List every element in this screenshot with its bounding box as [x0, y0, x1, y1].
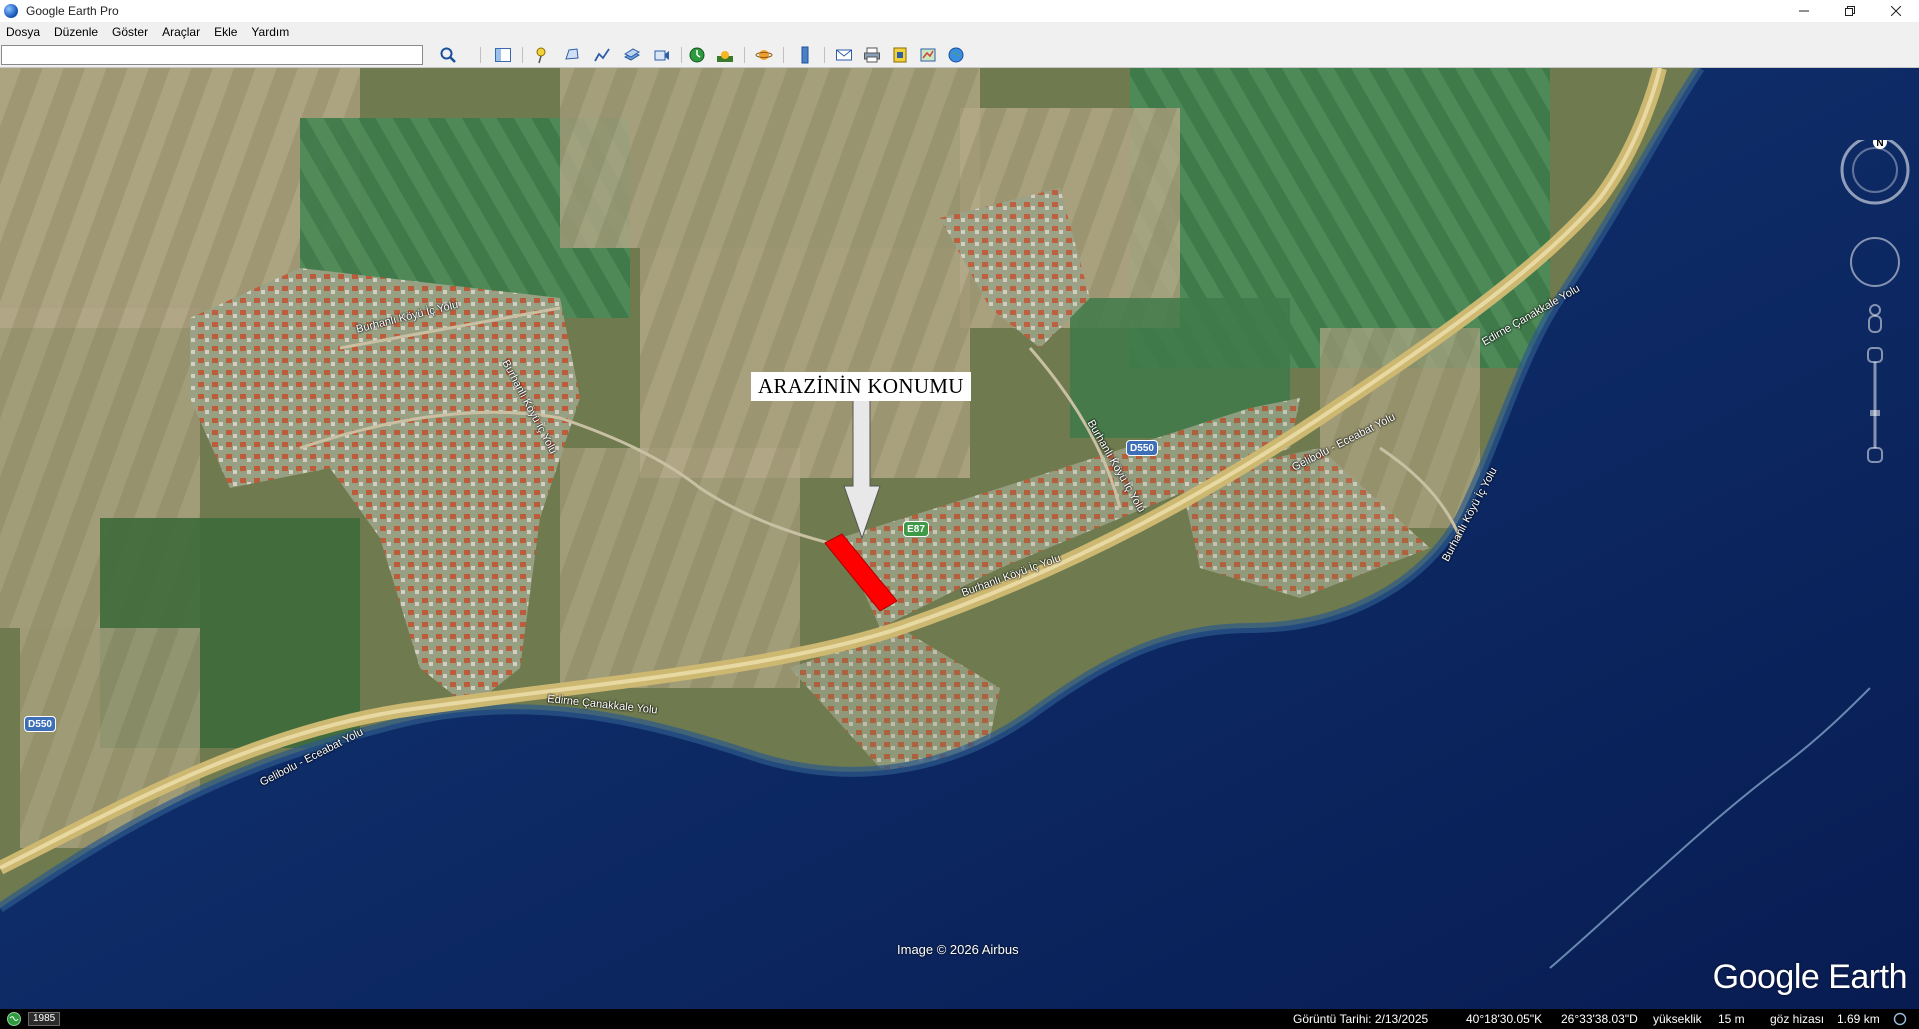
- toolbar-separator: [783, 47, 784, 63]
- print-button[interactable]: [860, 45, 884, 65]
- clock-icon: [689, 47, 705, 63]
- menu-duzenle[interactable]: Düzenle: [54, 25, 98, 39]
- planet-icon: [755, 50, 773, 60]
- menu-bar: Dosya Düzenle Göster Araçlar Ekle Yardım: [0, 22, 1919, 42]
- navigation-controls: N: [1832, 135, 1918, 470]
- map-viewport[interactable]: ARAZİNİN KONUMU Gelibolu - Eceabat Yolu …: [0, 68, 1919, 1009]
- look-joystick[interactable]: [1850, 237, 1900, 287]
- printer-icon: [864, 47, 880, 63]
- toolbar: [0, 42, 1919, 68]
- google-earth-icon: [4, 4, 18, 18]
- compass-ring[interactable]: N: [1840, 135, 1910, 205]
- route-shield-e87: E87: [903, 521, 929, 537]
- ruler-icon: [801, 46, 809, 64]
- save-image-button[interactable]: [888, 45, 912, 65]
- satellite-imagery: [0, 68, 1919, 1009]
- ruler-button[interactable]: [793, 45, 817, 65]
- google-earth-logo: Google Earth: [1712, 958, 1908, 996]
- add-path-button[interactable]: [590, 45, 614, 65]
- polygon-icon: [565, 48, 579, 60]
- compass-north-letter: N: [1876, 140, 1883, 149]
- save-image-icon: [893, 47, 907, 63]
- restore-button[interactable]: [1827, 0, 1873, 22]
- location-annotation: ARAZİNİN KONUMU: [751, 372, 971, 401]
- sun-icon: [717, 51, 733, 62]
- menu-araclar[interactable]: Araçlar: [162, 25, 200, 39]
- path-icon: [594, 48, 610, 62]
- toolbar-separator: [744, 47, 745, 63]
- eye-altitude-label: göz hizası: [1770, 1012, 1825, 1026]
- search-icon: [440, 47, 456, 63]
- status-bar: 1985 Görüntü Tarihi: 2/13/2025 40°18'30.…: [0, 1009, 1919, 1029]
- elevation-value: 15 m: [1718, 1012, 1745, 1026]
- map-icon: [920, 48, 936, 62]
- window-title: Google Earth Pro: [26, 4, 119, 18]
- toolbar-separator: [824, 47, 825, 63]
- streaming-progress-icon: [1893, 1012, 1907, 1026]
- pushpin-icon: [536, 47, 546, 64]
- search-input[interactable]: [1, 45, 423, 65]
- menu-goster[interactable]: Göster: [112, 25, 148, 39]
- toolbar-separator: [480, 47, 481, 63]
- planets-button[interactable]: [752, 45, 776, 65]
- toolbar-separator: [522, 47, 523, 63]
- menu-dosya[interactable]: Dosya: [6, 25, 40, 39]
- sidebar-icon: [495, 48, 511, 62]
- search-button[interactable]: [436, 45, 460, 65]
- toolbar-separator: [681, 47, 682, 63]
- imagery-copyright: Image © 2026 Airbus: [897, 942, 1019, 957]
- route-shield-d550: D550: [24, 716, 56, 732]
- view-in-maps-button[interactable]: [916, 45, 940, 65]
- window-controls: [1781, 0, 1919, 22]
- longitude: 26°33'38.03"D: [1561, 1012, 1638, 1026]
- imagery-date: Görüntü Tarihi: 2/13/2025: [1293, 1012, 1429, 1026]
- sunlight-button[interactable]: [713, 45, 737, 65]
- add-placemark-button[interactable]: [530, 45, 554, 65]
- status-left: 1985: [6, 1011, 61, 1027]
- zoom-slider[interactable]: [1867, 347, 1883, 463]
- email-button[interactable]: [832, 45, 856, 65]
- record-tour-button[interactable]: [650, 45, 674, 65]
- eye-altitude-value: 1.69 km: [1837, 1012, 1880, 1026]
- menu-ekle[interactable]: Ekle: [214, 25, 237, 39]
- street-view-pegman-icon[interactable]: [1868, 304, 1882, 333]
- minimize-button[interactable]: [1781, 0, 1827, 22]
- globe-icon: [948, 47, 964, 63]
- email-icon: [836, 49, 852, 61]
- close-icon: [1891, 6, 1901, 16]
- historical-imagery-button[interactable]: [685, 45, 709, 65]
- latitude: 40°18'30.05"K: [1466, 1012, 1543, 1026]
- historical-year-badge[interactable]: 1985: [28, 1012, 61, 1026]
- globe-icon[interactable]: [6, 1011, 22, 1027]
- sidebar-toggle-button[interactable]: [491, 45, 515, 65]
- title-bar: Google Earth Pro: [0, 0, 1919, 22]
- image-overlay-button[interactable]: [620, 45, 644, 65]
- restore-icon: [1845, 6, 1855, 16]
- record-tour-icon: [654, 50, 669, 61]
- menu-yardim[interactable]: Yardım: [251, 25, 289, 39]
- earth-gallery-button[interactable]: [944, 45, 968, 65]
- close-button[interactable]: [1873, 0, 1919, 22]
- minimize-icon: [1799, 10, 1809, 12]
- add-polygon-button[interactable]: [560, 45, 584, 65]
- image-overlay-icon: [623, 48, 641, 61]
- elevation-label: yükseklik: [1653, 1012, 1702, 1026]
- route-shield-d550: D550: [1126, 440, 1158, 456]
